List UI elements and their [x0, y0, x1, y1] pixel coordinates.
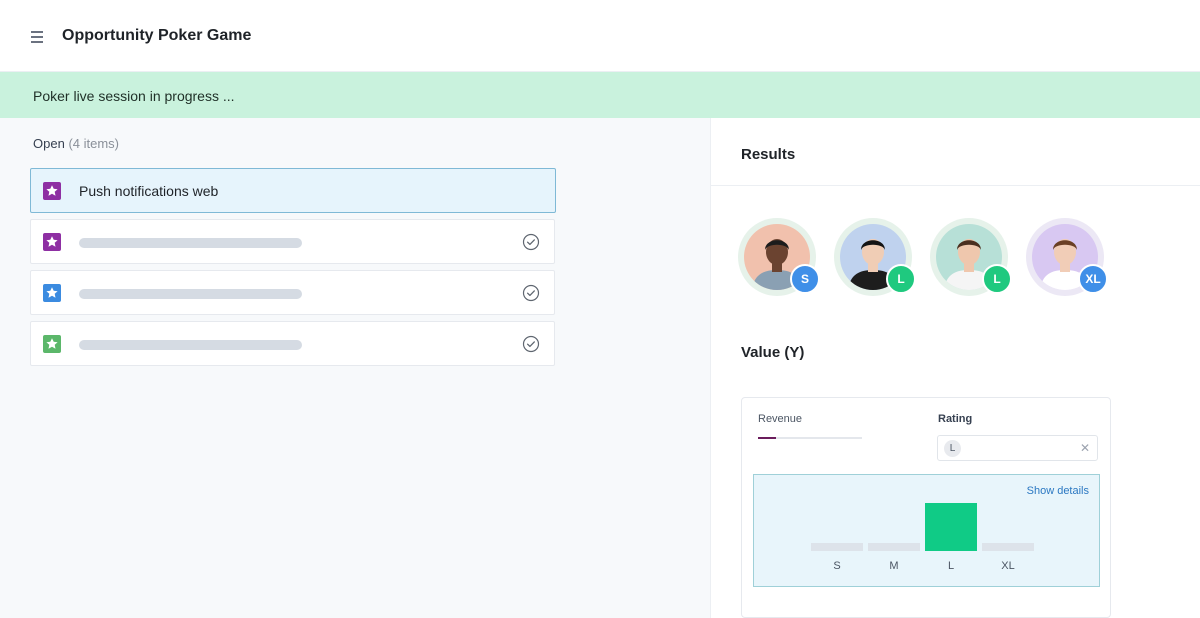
- chart-bar-s: [811, 543, 863, 551]
- results-header: Results: [711, 118, 1200, 186]
- star-icon: [43, 233, 61, 251]
- open-items-heading: Open (4 items): [33, 136, 119, 151]
- chart-tick-label: M: [889, 560, 898, 572]
- chart-tick-label: S: [833, 560, 840, 572]
- star-icon: [43, 182, 61, 200]
- app-header: Opportunity Poker Game: [0, 0, 1200, 72]
- results-panel: Results S L L XL Value (Y) Revenue Rating L…: [710, 118, 1200, 618]
- rating-chip: L: [944, 440, 961, 457]
- check-circle-icon[interactable]: [522, 233, 540, 251]
- page-title: Opportunity Poker Game: [62, 27, 252, 44]
- chart-bar-l: [925, 503, 977, 551]
- session-status-banner: Poker live session in progress ...: [0, 72, 1200, 118]
- open-item[interactable]: [30, 270, 555, 315]
- voter-avatar: XL: [1026, 218, 1108, 296]
- hamburger-menu-icon[interactable]: [31, 31, 45, 43]
- vote-badge: L: [886, 264, 916, 294]
- open-item[interactable]: Push notifications web: [30, 168, 556, 213]
- revenue-progress-track: [758, 437, 862, 439]
- check-circle-icon[interactable]: [522, 284, 540, 302]
- session-status-text: Poker live session in progress ...: [33, 88, 235, 104]
- rating-select[interactable]: L ✕: [937, 435, 1098, 461]
- rating-label: Rating: [938, 413, 973, 425]
- voter-avatar: L: [834, 218, 916, 296]
- chart-bar-m: [868, 543, 920, 551]
- open-items-count: (4 items): [68, 136, 119, 151]
- open-item-placeholder-bar: [79, 289, 302, 299]
- chart-tick-label: XL: [1001, 560, 1014, 572]
- vote-badge: S: [790, 264, 820, 294]
- value-title: Value (Y): [741, 344, 805, 361]
- revenue-progress-fill: [758, 437, 776, 439]
- open-item-placeholder-bar: [79, 238, 302, 248]
- vote-badge: XL: [1078, 264, 1108, 294]
- open-item-title: Push notifications web: [79, 183, 219, 199]
- check-circle-icon[interactable]: [522, 335, 540, 353]
- open-item[interactable]: [30, 321, 555, 366]
- voter-avatar: L: [930, 218, 1012, 296]
- revenue-label[interactable]: Revenue: [758, 413, 802, 425]
- chart-tick-label: L: [948, 560, 954, 572]
- open-item-placeholder-bar: [79, 340, 302, 350]
- results-title: Results: [741, 146, 796, 163]
- star-icon: [43, 335, 61, 353]
- value-card: Revenue Rating L ✕ S M L XL Show details: [741, 397, 1111, 618]
- close-icon[interactable]: ✕: [1080, 441, 1090, 455]
- voter-avatar: S: [738, 218, 820, 296]
- vote-distribution-chart: S M L XL Show details: [753, 474, 1100, 587]
- star-icon: [43, 284, 61, 302]
- show-details-link[interactable]: Show details: [1027, 485, 1089, 497]
- open-items-panel: Open (4 items) Push notifications web: [0, 118, 710, 618]
- chart-bar-xl: [982, 543, 1034, 551]
- open-item[interactable]: [30, 219, 555, 264]
- open-label: Open: [33, 136, 65, 151]
- vote-badge: L: [982, 264, 1012, 294]
